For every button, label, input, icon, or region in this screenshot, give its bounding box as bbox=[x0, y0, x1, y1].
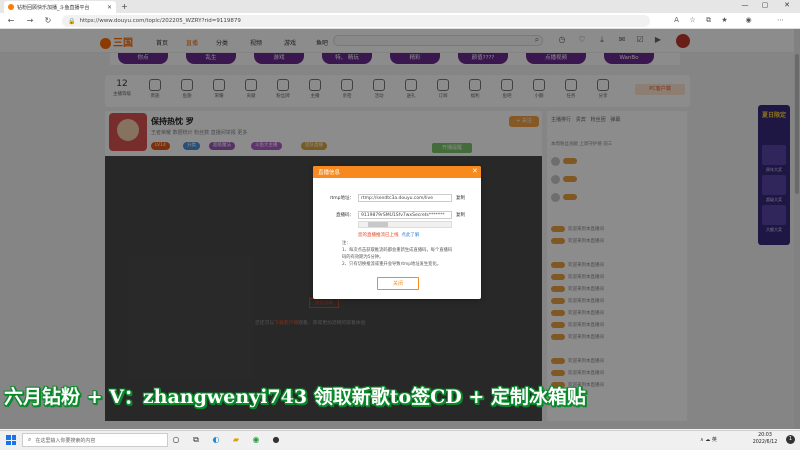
system-clock[interactable]: 20:03 2022/6/12 bbox=[749, 432, 781, 446]
stream-key-label: 直播码： bbox=[336, 213, 354, 218]
maximize-button[interactable]: ▢ bbox=[758, 1, 772, 9]
forward-icon[interactable]: → bbox=[25, 16, 35, 25]
task-view-icon[interactable]: ⧉ bbox=[190, 434, 202, 446]
browser-tab-bar: 钻粉回顾快乐加播_斗鱼直播平台 ✕ + — ▢ ✕ bbox=[0, 0, 800, 13]
note-line: 1、每次点击获取推流码都会重新生成直播码，每个直播码 bbox=[342, 248, 453, 253]
more-menu-icon[interactable]: ⋯ bbox=[776, 16, 785, 25]
note-line: 码的有效期为5分钟。 bbox=[342, 255, 384, 260]
favorites-icon[interactable]: ★ bbox=[720, 16, 729, 25]
tab-title: 钻粉回顾快乐加播_斗鱼直播平台 bbox=[17, 4, 90, 11]
close-tab-icon[interactable]: ✕ bbox=[107, 4, 112, 11]
video-caption: 六月钻粉 + V：zhangwenyi743 领取新歌to签CD + 定制冰箱贴 bbox=[4, 386, 586, 408]
search-icon: ⌕ bbox=[28, 436, 32, 443]
address-bar[interactable]: 🔒 https://www.douyu.com/topic/202205_WZR… bbox=[62, 15, 650, 27]
new-tab-button[interactable]: + bbox=[121, 2, 128, 11]
stream-warning: 您的直播推流已上线 点此了解 bbox=[358, 232, 419, 238]
taskbar-search-placeholder: 在这里输入你要搜索的内容 bbox=[35, 437, 96, 444]
back-icon[interactable]: ← bbox=[6, 16, 16, 25]
edge-browser-icon[interactable]: ◐ bbox=[210, 434, 222, 446]
note-line: 2、只有切换推流或重开会导致rtmp地址发生变化。 bbox=[342, 262, 442, 267]
windows-start-icon[interactable] bbox=[6, 435, 16, 445]
key-scroll-thumb[interactable] bbox=[368, 222, 388, 227]
dialog-title: 直播信息 bbox=[318, 170, 341, 176]
copy-rtmp-button[interactable]: 复制 bbox=[456, 195, 465, 201]
browser-toolbar: ← → ↻ 🔒 https://www.douyu.com/topic/2022… bbox=[0, 13, 800, 29]
file-explorer-icon[interactable]: ▰ bbox=[230, 434, 242, 446]
lock-icon: 🔒 bbox=[68, 17, 76, 25]
system-tray[interactable]: ∧ ☁ 英 bbox=[700, 436, 717, 443]
copy-key-button[interactable]: 复制 bbox=[456, 212, 465, 218]
chrome-icon[interactable]: ◉ bbox=[250, 434, 262, 446]
rtmp-label: rtmp地址： bbox=[329, 196, 354, 201]
rtmp-address-field[interactable]: rtmp://sendtc3a.douyu.com/live bbox=[358, 194, 452, 202]
browser-tab[interactable]: 钻粉回顾快乐加播_斗鱼直播平台 ✕ bbox=[4, 1, 116, 13]
note-line: 注： bbox=[342, 241, 351, 246]
stream-key-field[interactable]: 9119879rSMU1Sfv7wxSecrets******* bbox=[358, 211, 452, 219]
notification-badge[interactable]: 1 bbox=[786, 435, 795, 444]
obs-icon[interactable]: ● bbox=[270, 434, 282, 446]
taskbar-search[interactable]: ⌕ 在这里输入你要搜索的内容 bbox=[22, 433, 168, 447]
cortana-icon[interactable]: ○ bbox=[170, 434, 182, 446]
minimize-button[interactable]: — bbox=[738, 1, 752, 9]
douyu-favicon-icon bbox=[8, 4, 14, 10]
dialog-close-icon[interactable]: ✕ bbox=[472, 167, 478, 175]
reading-mode-icon[interactable]: A bbox=[672, 16, 681, 25]
collections-icon[interactable]: ⧉ bbox=[704, 16, 713, 25]
clock-time: 20:03 bbox=[758, 433, 772, 438]
favorite-star-icon[interactable]: ☆ bbox=[688, 16, 697, 25]
learn-more-link[interactable]: 点此了解 bbox=[401, 233, 419, 238]
dialog-close-button[interactable]: 关闭 bbox=[377, 277, 419, 290]
url-text: https://www.douyu.com/topic/202205_WZRY?… bbox=[79, 18, 241, 24]
warning-text: 您的直播推流已上线 bbox=[358, 233, 399, 238]
profile-icon[interactable]: ◉ bbox=[744, 16, 753, 25]
clock-date: 2022/6/12 bbox=[752, 440, 778, 445]
refresh-icon[interactable]: ↻ bbox=[43, 16, 53, 25]
window-close-button[interactable]: ✕ bbox=[780, 1, 794, 9]
